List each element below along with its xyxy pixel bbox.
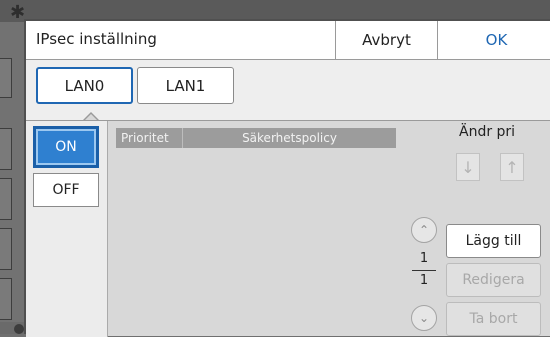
gear-icon: ✱ bbox=[10, 2, 26, 23]
page-current: 1 bbox=[419, 251, 429, 266]
chevron-up-icon[interactable]: ⌃ bbox=[411, 217, 437, 243]
background-side-tab bbox=[0, 58, 12, 98]
tab-lan0[interactable]: LAN0 bbox=[36, 67, 133, 104]
ipsec-settings-dialog: IPsec inställning Avbryt OK LAN0 LAN1 ON… bbox=[24, 19, 550, 337]
arrow-up-icon[interactable]: ↑ bbox=[500, 153, 524, 181]
arrow-down-icon[interactable]: ↓ bbox=[456, 153, 480, 181]
background-side-tab bbox=[0, 228, 12, 270]
page-divider bbox=[412, 270, 436, 271]
column-header-priority: Prioritet bbox=[116, 128, 183, 148]
policy-table-header: Prioritet Säkerhetspolicy bbox=[116, 128, 396, 148]
ipsec-body: ON OFF Prioritet Säkerhetspolicy Ändr pr… bbox=[26, 120, 550, 337]
change-priority-label: Ändr pri bbox=[459, 124, 516, 140]
delete-button[interactable]: Ta bort bbox=[446, 302, 541, 336]
lan-tab-bar: LAN0 LAN1 bbox=[26, 60, 550, 120]
dialog-header: IPsec inställning Avbryt OK bbox=[26, 21, 550, 60]
add-button[interactable]: Lägg till bbox=[446, 224, 541, 258]
column-header-security-policy: Säkerhetspolicy bbox=[242, 131, 337, 145]
chevron-down-icon[interactable]: ⌄ bbox=[411, 305, 437, 331]
page-total: 1 bbox=[419, 273, 429, 288]
background-side-tab bbox=[0, 278, 12, 320]
on-button[interactable]: ON bbox=[33, 126, 99, 168]
off-button[interactable]: OFF bbox=[33, 173, 99, 207]
cancel-button[interactable]: Avbryt bbox=[335, 21, 437, 59]
background-side-tab bbox=[0, 178, 12, 220]
edit-button[interactable]: Redigera bbox=[446, 263, 541, 297]
ipsec-toggle-column: ON OFF bbox=[26, 121, 108, 337]
user-icon bbox=[14, 324, 24, 334]
tab-lan1[interactable]: LAN1 bbox=[137, 67, 234, 104]
ok-button[interactable]: OK bbox=[437, 21, 550, 59]
dialog-title: IPsec inställning bbox=[36, 30, 157, 48]
background-side-tab bbox=[0, 128, 12, 170]
